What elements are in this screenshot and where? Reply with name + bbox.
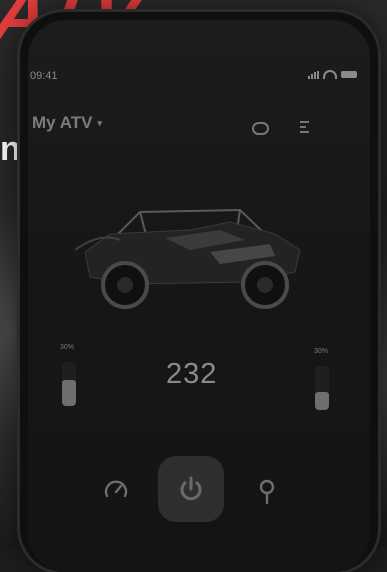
connect-icon[interactable] (252, 122, 269, 135)
left-gauge-label: 30% (60, 344, 75, 351)
vehicle-selector[interactable]: My ATV ▾ (32, 113, 102, 133)
power-icon (180, 476, 202, 501)
status-bar-icons (308, 70, 357, 79)
vehicle-name-label: My ATV (32, 113, 93, 132)
chevron-down-icon: ▾ (97, 117, 102, 128)
right-gauge-label: 30% (314, 348, 329, 355)
battery-icon (341, 71, 357, 78)
speedometer-icon (104, 480, 128, 498)
menu-icon[interactable] (300, 121, 309, 136)
signal-icon (308, 70, 319, 79)
promo-heading: n (0, 130, 21, 168)
power-button[interactable] (158, 456, 224, 522)
speedometer-button[interactable] (98, 472, 134, 508)
location-button[interactable] (252, 474, 282, 510)
status-bar-time: 09:41 (30, 70, 58, 82)
left-gauge-fill (62, 379, 76, 406)
left-gauge[interactable] (62, 362, 76, 406)
wifi-icon (323, 70, 337, 79)
location-pin-icon (259, 479, 275, 505)
right-gauge-fill (315, 392, 329, 410)
right-gauge[interactable] (315, 366, 329, 410)
atv-vehicle-image (74, 208, 301, 309)
reading-value: 232 (166, 358, 218, 390)
